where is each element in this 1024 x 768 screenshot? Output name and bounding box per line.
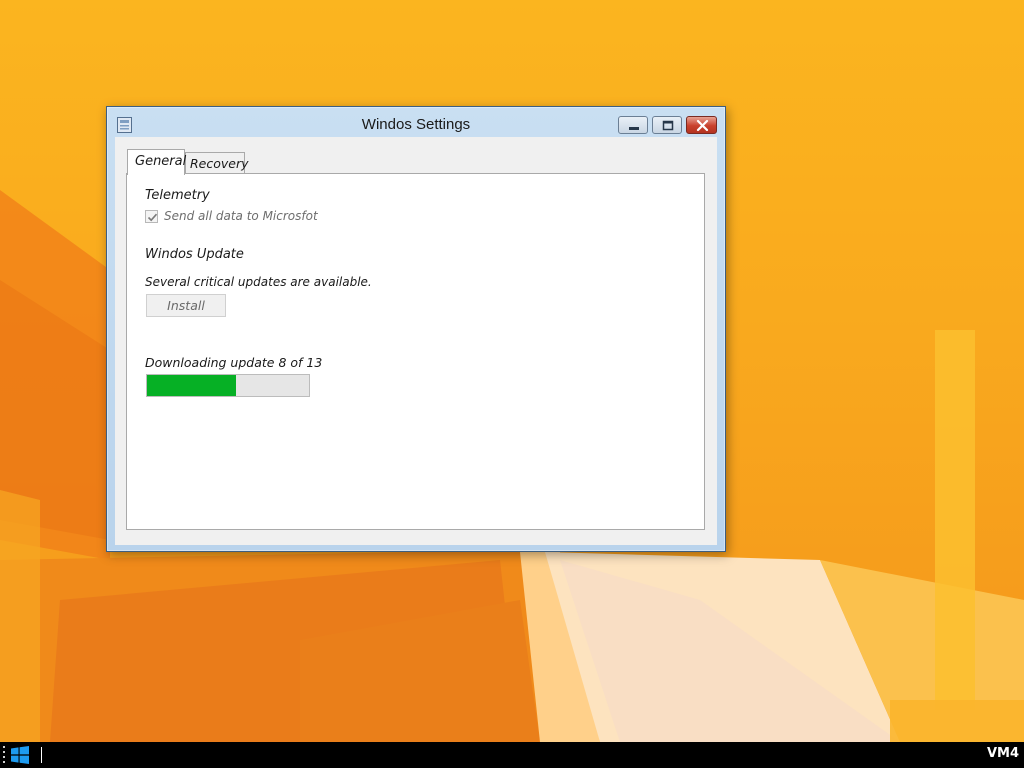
minimize-button[interactable] (618, 116, 648, 134)
tab-general[interactable]: General (127, 149, 186, 175)
send-data-checkbox[interactable] (145, 210, 158, 223)
close-button[interactable] (686, 116, 717, 134)
window-client-area: General Recovery Telemetry Send all data… (115, 137, 717, 545)
taskbar: VM4 (0, 742, 1024, 768)
download-status-text: Downloading update 8 of 13 (145, 355, 323, 370)
telemetry-heading: Telemetry (145, 188, 210, 203)
taskbar-grip-icon[interactable] (3, 745, 6, 765)
title-bar[interactable]: Windos Settings (107, 107, 725, 139)
install-button[interactable]: Install (146, 294, 226, 317)
vm-label: VM4 (986, 746, 1019, 761)
maximize-icon (662, 120, 674, 131)
windows-update-heading: Windos Update (145, 247, 244, 262)
download-progress-bar (146, 374, 310, 397)
close-icon (696, 119, 709, 132)
checkmark-icon (147, 213, 158, 222)
update-status-text: Several critical updates are available. (145, 275, 372, 289)
maximize-button[interactable] (652, 116, 682, 134)
download-progress-fill (147, 375, 237, 396)
taskbar-text-cursor (41, 747, 42, 763)
tab-recovery[interactable]: Recovery (185, 152, 249, 174)
settings-window: Windos Settings General Recovery Telemet… (106, 106, 726, 552)
send-data-label[interactable]: Send all data to Microsfot (164, 209, 318, 223)
minimize-icon (629, 127, 639, 130)
windows-logo-icon[interactable] (11, 746, 29, 764)
general-tab-panel: Telemetry Send all data to Microsfot Win… (126, 173, 705, 530)
